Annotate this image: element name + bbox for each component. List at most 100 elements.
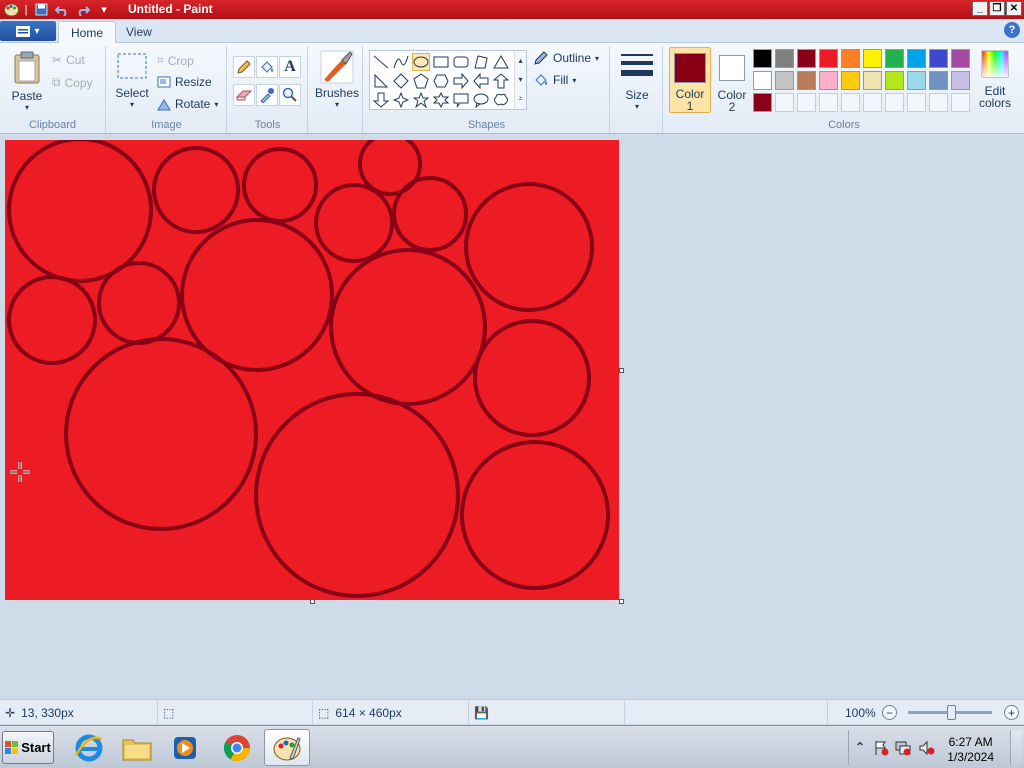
palette-swatch[interactable]: [951, 71, 970, 90]
cloud-callout-shape-icon[interactable]: [492, 91, 510, 109]
drawing-canvas[interactable]: [5, 140, 619, 600]
outline-button[interactable]: Outline ▾: [533, 50, 599, 66]
shapes-scrollbar[interactable]: ▴ ▾ ⩡: [514, 51, 526, 109]
edit-colors-button[interactable]: Edit colors: [975, 50, 1015, 109]
show-desktop-button[interactable]: [1010, 730, 1022, 765]
pentagon-shape-icon[interactable]: [412, 72, 430, 90]
four-point-star-shape-icon[interactable]: [392, 91, 410, 109]
volume-icon[interactable]: [919, 740, 935, 756]
right-triangle-shape-icon[interactable]: [372, 72, 390, 90]
five-point-star-shape-icon[interactable]: [412, 91, 430, 109]
right-arrow-shape-icon[interactable]: [452, 72, 470, 90]
palette-swatch[interactable]: [753, 71, 772, 90]
palette-swatch[interactable]: [753, 93, 772, 112]
paste-button[interactable]: Paste ▾: [8, 51, 46, 112]
action-center-flag-icon[interactable]: [873, 740, 889, 756]
palette-swatch[interactable]: [929, 71, 948, 90]
brushes-button[interactable]: Brushes ▾: [315, 50, 359, 109]
start-button[interactable]: Start: [2, 731, 54, 764]
pencil-tool-icon[interactable]: [233, 56, 255, 78]
eraser-icon[interactable]: [233, 84, 255, 106]
oval-shape-icon[interactable]: [412, 53, 430, 71]
palette-swatch[interactable]: [885, 93, 904, 112]
palette-swatch[interactable]: [841, 71, 860, 90]
palette-swatch[interactable]: [797, 71, 816, 90]
palette-swatch[interactable]: [753, 49, 772, 68]
palette-swatch[interactable]: [775, 49, 794, 68]
tab-view[interactable]: View: [114, 21, 164, 43]
resize-handle-bottom[interactable]: [310, 599, 315, 604]
fill-button[interactable]: Fill ▾: [533, 72, 576, 88]
hexagon-shape-icon[interactable]: [432, 72, 450, 90]
palette-swatch[interactable]: [819, 71, 838, 90]
system-clock[interactable]: 6:27 AM 1/3/2024: [947, 735, 994, 765]
scroll-up-icon[interactable]: ▴: [515, 51, 526, 70]
palette-swatch[interactable]: [929, 93, 948, 112]
undo-icon[interactable]: [53, 2, 71, 18]
palette-swatch[interactable]: [863, 71, 882, 90]
chrome-icon[interactable]: [214, 729, 260, 766]
palette-swatch[interactable]: [951, 93, 970, 112]
magnifier-icon[interactable]: [279, 84, 301, 106]
internet-explorer-icon[interactable]: [66, 729, 112, 766]
palette-swatch[interactable]: [797, 49, 816, 68]
diamond-shape-icon[interactable]: [392, 72, 410, 90]
rotate-button[interactable]: Rotate ▾: [157, 97, 218, 111]
left-arrow-shape-icon[interactable]: [472, 72, 490, 90]
palette-swatch[interactable]: [797, 93, 816, 112]
palette-swatch[interactable]: [863, 49, 882, 68]
palette-swatch[interactable]: [841, 93, 860, 112]
line-shape-icon[interactable]: [372, 53, 390, 71]
palette-swatch[interactable]: [885, 71, 904, 90]
palette-swatch[interactable]: [907, 71, 926, 90]
expand-gallery-icon[interactable]: ⩡: [515, 89, 526, 108]
curve-shape-icon[interactable]: [392, 53, 410, 71]
palette-swatch[interactable]: [775, 71, 794, 90]
six-point-star-shape-icon[interactable]: [432, 91, 450, 109]
rounded-rectangle-shape-icon[interactable]: [452, 53, 470, 71]
palette-swatch[interactable]: [929, 49, 948, 68]
triangle-shape-icon[interactable]: [492, 53, 510, 71]
media-player-icon[interactable]: [162, 729, 208, 766]
palette-swatch[interactable]: [841, 49, 860, 68]
polygon-shape-icon[interactable]: [472, 53, 490, 71]
palette-swatch[interactable]: [885, 49, 904, 68]
resize-handle-right[interactable]: [619, 368, 624, 373]
network-icon[interactable]: [895, 740, 911, 756]
oval-callout-shape-icon[interactable]: [472, 91, 490, 109]
rect-callout-shape-icon[interactable]: [452, 91, 470, 109]
palette-swatch[interactable]: [907, 49, 926, 68]
minimize-button[interactable]: _: [972, 1, 988, 16]
palette-swatch[interactable]: [863, 93, 882, 112]
redo-icon[interactable]: [74, 2, 92, 18]
palette-swatch[interactable]: [907, 93, 926, 112]
paint-menu-button[interactable]: ▾: [0, 21, 56, 41]
down-arrow-shape-icon[interactable]: [372, 91, 390, 109]
palette-swatch[interactable]: [775, 93, 794, 112]
text-tool-icon[interactable]: A: [279, 56, 301, 78]
paint-taskbar-icon[interactable]: [264, 729, 310, 766]
show-hidden-icons-icon[interactable]: ⌃: [855, 740, 865, 754]
scroll-down-icon[interactable]: ▾: [515, 70, 526, 89]
save-icon[interactable]: [32, 2, 50, 18]
rectangle-shape-icon[interactable]: [432, 53, 450, 71]
close-button[interactable]: ✕: [1006, 1, 1022, 16]
color2-button[interactable]: Color 2: [714, 47, 750, 113]
color-picker-icon[interactable]: [256, 84, 278, 106]
size-button[interactable]: Size ▾: [619, 52, 655, 111]
customize-qat-dropdown-icon[interactable]: ▾: [95, 2, 113, 18]
tab-home[interactable]: Home: [58, 21, 117, 43]
select-button[interactable]: Select ▾: [114, 52, 150, 109]
palette-swatch[interactable]: [819, 49, 838, 68]
resize-button[interactable]: Resize: [157, 75, 212, 89]
restore-button[interactable]: ❐: [989, 1, 1005, 16]
fill-bucket-icon[interactable]: [256, 56, 278, 78]
palette-swatch[interactable]: [819, 93, 838, 112]
file-explorer-icon[interactable]: [114, 729, 160, 766]
palette-swatch[interactable]: [951, 49, 970, 68]
cut-button[interactable]: ✂ Cut: [52, 53, 85, 67]
resize-handle-corner[interactable]: [619, 599, 624, 604]
zoom-in-button[interactable]: +: [1004, 705, 1019, 720]
copy-button[interactable]: ⧉ Copy: [52, 75, 93, 90]
zoom-out-button[interactable]: −: [882, 705, 897, 720]
